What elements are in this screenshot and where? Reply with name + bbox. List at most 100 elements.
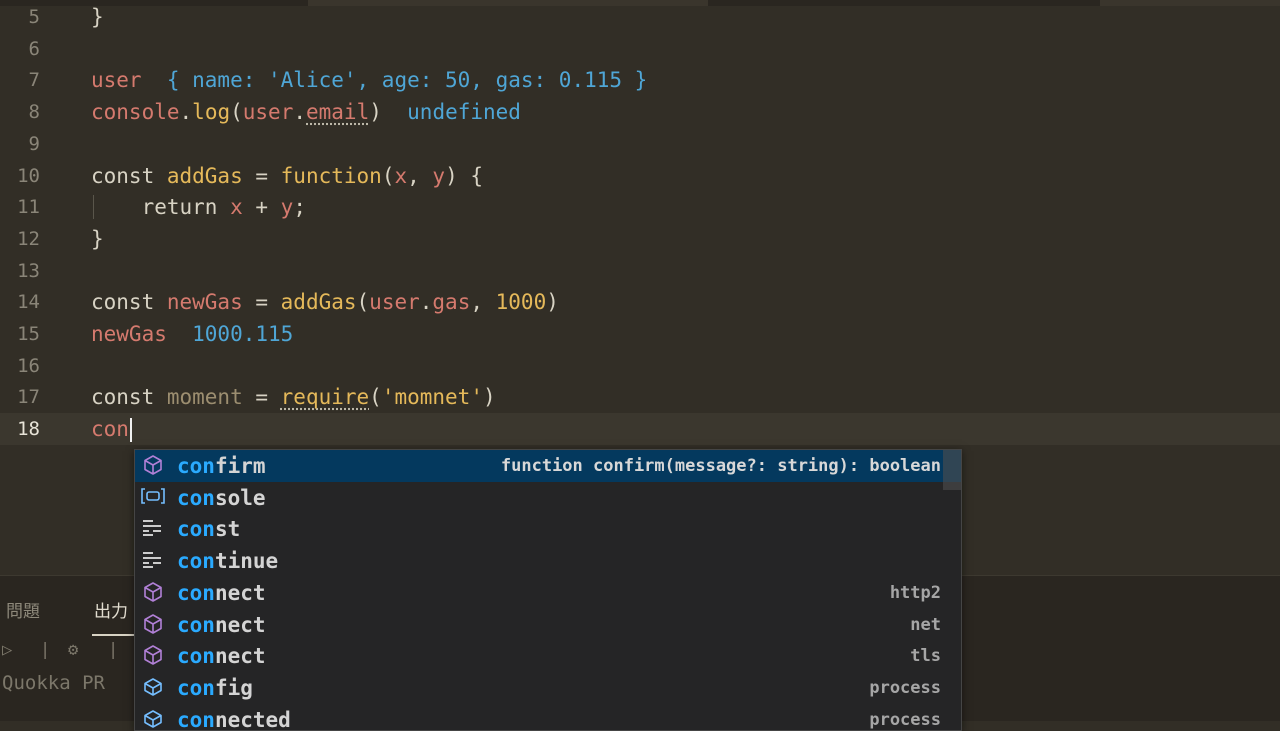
divider-icon: | (40, 640, 51, 660)
suggestion-rest: nect (214, 612, 266, 637)
suggestion-label: console (177, 482, 266, 514)
keyword-icon (140, 517, 166, 541)
code-text: } (91, 1, 104, 33)
code-token: user (369, 290, 420, 315)
suggestion-rest: sole (214, 485, 266, 510)
code-text: console.log(user.email) undefined (91, 96, 521, 128)
suggestion-item[interactable]: connect tls (135, 640, 961, 672)
code-token: + (242, 195, 281, 220)
code-token: undefined (381, 100, 521, 125)
suggestion-item[interactable]: confirm function confirm(message?: string… (135, 450, 961, 482)
suggestion-match: con (177, 644, 215, 669)
suggestion-match: con (177, 517, 215, 542)
suggestion-item[interactable]: const (135, 513, 961, 545)
code-token: . (179, 100, 193, 125)
suggestion-detail: http2 (889, 582, 941, 603)
code-token: log (192, 100, 231, 125)
field-icon (140, 676, 166, 700)
code-token: . (419, 290, 433, 315)
method-icon (140, 581, 166, 605)
line-number: 14 (17, 291, 40, 314)
suggestion-label: connect (177, 609, 266, 641)
code-text: con (91, 413, 132, 445)
divider-icon: | (108, 640, 119, 660)
code-line[interactable]: 7 user { name: 'Alice', age: 50, gas: 0.1… (0, 64, 1280, 96)
code-token: 1000 (495, 290, 547, 315)
code-token: email (306, 100, 370, 125)
code-token: newGas (91, 322, 167, 346)
line-number: 5 (28, 6, 40, 28)
gear-icon[interactable]: ⚙ (68, 640, 78, 660)
suggestion-rest: fig (214, 675, 253, 700)
code-text: const newGas = addGas(user.gas, 1000) (91, 286, 559, 318)
code-line[interactable]: 8 console.log(user.email) undefined (0, 96, 1280, 128)
suggestion-match: con (177, 454, 215, 478)
tab-problems[interactable]: 問題 (6, 597, 40, 622)
line-number: 15 (17, 323, 40, 345)
code-line[interactable]: 16 (0, 350, 1280, 382)
suggestion-item[interactable]: config process (135, 672, 961, 704)
code-token: console (91, 100, 180, 125)
text-cursor (129, 418, 132, 443)
code-token: 1000.115 (166, 322, 294, 346)
code-token: gas (432, 290, 471, 315)
code-line[interactable]: 5} (0, 1, 1280, 33)
code-line[interactable]: 17 const moment = require('momnet') (0, 381, 1280, 413)
active-tab-indicator (92, 634, 134, 636)
suggestion-item[interactable]: continue (135, 545, 961, 577)
method-icon (140, 644, 166, 668)
code-line[interactable]: 11 return x + y; (0, 191, 1280, 223)
code-token: addGas (166, 163, 243, 188)
suggestion-match: con (177, 707, 215, 731)
code-token: user (242, 100, 294, 125)
line-number: 9 (28, 132, 40, 155)
suggestion-detail: function confirm(message?: string): bool… (500, 456, 941, 476)
code-token: const (91, 290, 167, 315)
code-line[interactable]: 15 newGas 1000.115 (0, 318, 1280, 350)
line-number: 17 (17, 386, 40, 409)
suggestion-label: continue (177, 545, 278, 577)
code-token: moment (166, 385, 243, 410)
keyword-icon (140, 549, 166, 573)
suggest-widget[interactable]: connected process config process connect tls c… (134, 449, 962, 731)
code-token: ) (546, 290, 559, 315)
code-line[interactable]: 14 const newGas = addGas(user.gas, 1000) (0, 286, 1280, 318)
tab-output[interactable]: 出力 (94, 597, 128, 622)
code-text: } (91, 223, 104, 255)
code-token: } (91, 226, 104, 251)
code-line[interactable]: 9 (0, 128, 1280, 160)
code-token: user (91, 68, 142, 93)
suggest-scrollbar[interactable] (943, 450, 961, 490)
suggestion-item[interactable]: connect net (135, 609, 961, 641)
suggestion-rest: nected (214, 707, 291, 731)
line-number: 13 (17, 259, 40, 282)
line-number: 7 (28, 69, 40, 92)
suggestion-item[interactable]: connected process (135, 704, 961, 731)
suggestion-match: con (177, 580, 215, 605)
code-text: user { name: 'Alice', age: 50, gas: 0.11… (91, 64, 647, 96)
code-line[interactable]: 12} (0, 223, 1280, 255)
suggestion-item[interactable]: connect http2 (135, 577, 961, 609)
code-token: ( (369, 385, 382, 410)
suggestion-match: con (177, 549, 215, 574)
code-token: y (280, 195, 294, 220)
suggestion-label: connected (177, 704, 291, 731)
suggestion-label: config (177, 672, 253, 704)
code-token: ( (230, 100, 243, 125)
code-line[interactable]: 18 con (0, 413, 1280, 446)
code-line[interactable]: 10 const addGas = function(x, y) { (0, 160, 1280, 192)
suggestion-match: con (177, 675, 215, 700)
code-token: ) { (445, 163, 484, 188)
code-token: ) (482, 385, 496, 410)
code-line[interactable]: 13 (0, 255, 1280, 287)
suggestion-rest: st (214, 517, 241, 542)
suggestion-detail: net (910, 614, 941, 635)
code-token: newGas (166, 290, 243, 315)
code-text: const moment = require('momnet') (91, 381, 496, 413)
code-line[interactable]: 6 (0, 33, 1280, 65)
play-icon[interactable]: ▷ (2, 640, 12, 660)
line-number: 11 (17, 196, 40, 219)
code-token: . (293, 100, 306, 125)
suggestion-rest: tinue (214, 549, 279, 574)
suggestion-item[interactable]: console (135, 482, 961, 514)
